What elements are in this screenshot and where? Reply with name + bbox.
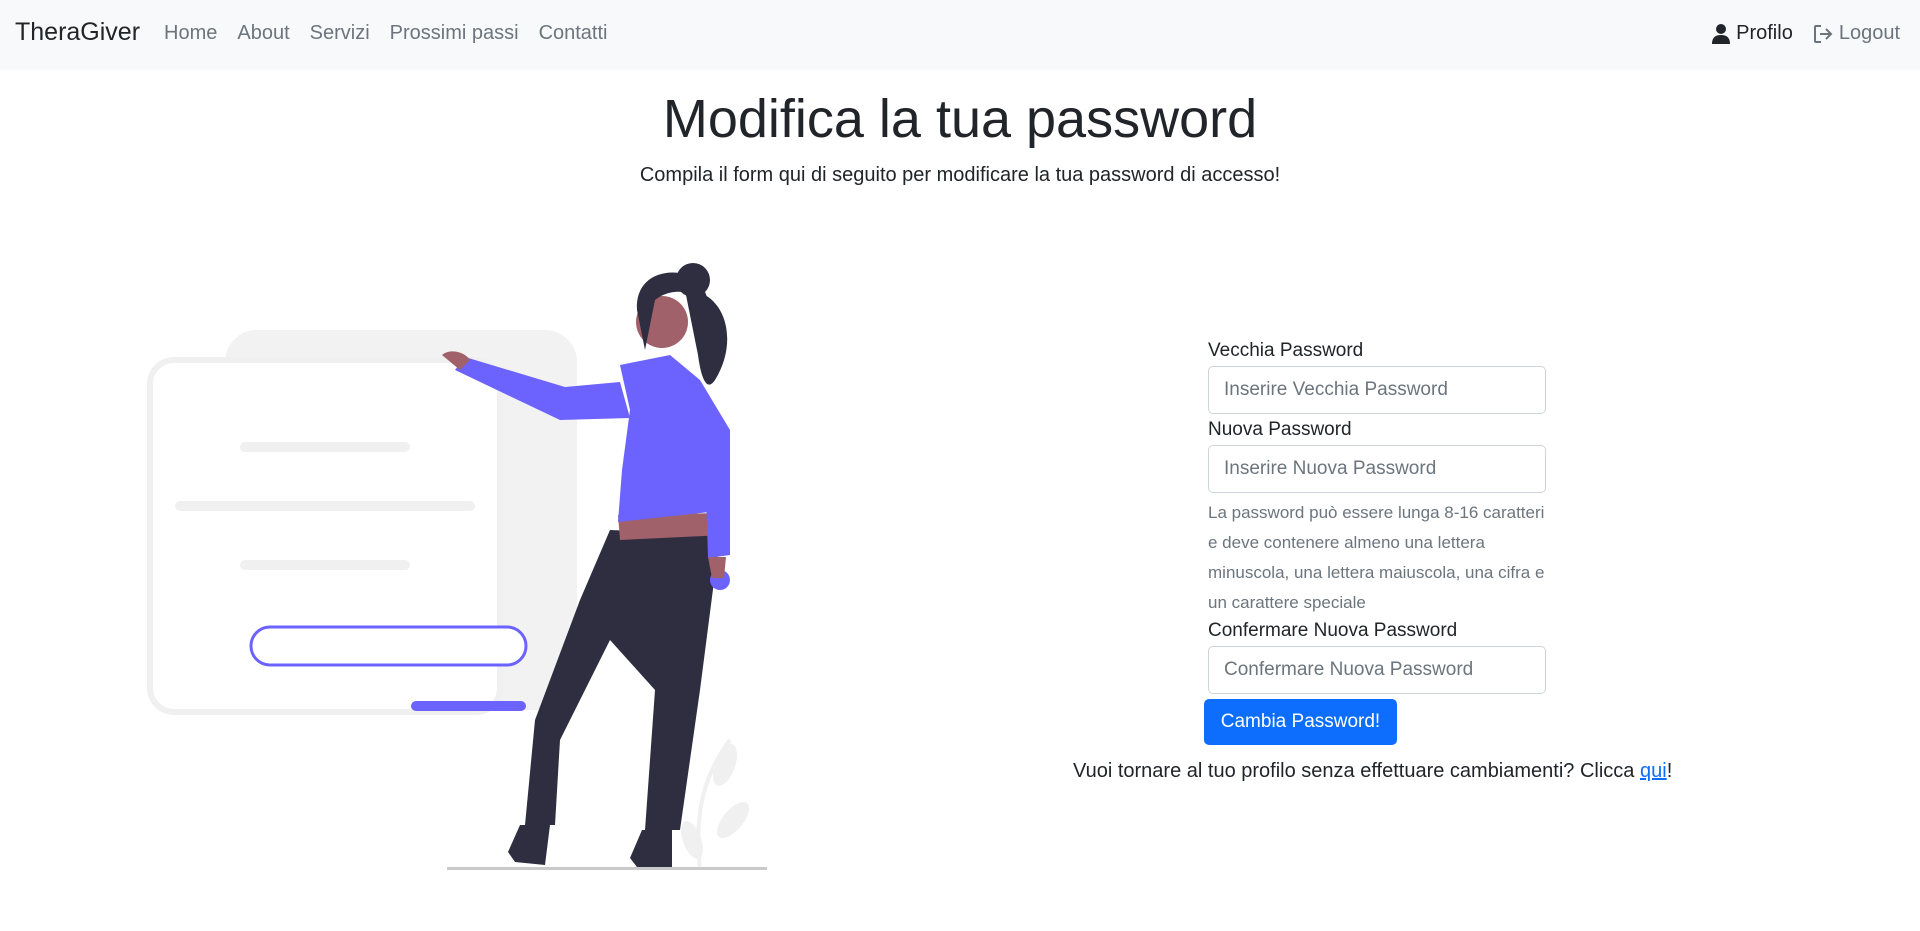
person-icon bbox=[1712, 23, 1731, 44]
nav-link-prossimi-passi[interactable]: Prossimi passi bbox=[390, 22, 519, 45]
navbar: TheraGiver Home About Servizi Prossimi p… bbox=[0, 0, 1920, 70]
new-password-input[interactable] bbox=[1208, 445, 1546, 493]
profile-label: Profilo bbox=[1736, 22, 1793, 44]
change-password-button[interactable]: Cambia Password! bbox=[1204, 699, 1397, 745]
new-password-label: Nuova Password bbox=[1208, 419, 1352, 440]
nav-link-about[interactable]: About bbox=[237, 22, 289, 45]
nav-link-home[interactable]: Home bbox=[164, 22, 217, 45]
page-subtitle: Compila il form qui di seguito per modif… bbox=[639, 164, 1281, 186]
nav-right: Profilo Logout bbox=[1692, 22, 1900, 45]
back-to-profile-text: Vuoi tornare al tuo profilo senza effett… bbox=[1073, 760, 1672, 783]
logout-link[interactable]: Logout bbox=[1813, 22, 1900, 45]
logout-label: Logout bbox=[1838, 22, 1900, 44]
back-suffix: ! bbox=[1666, 760, 1673, 782]
old-password-label: Vecchia Password bbox=[1208, 340, 1364, 361]
logout-icon bbox=[1813, 24, 1833, 43]
old-password-input[interactable] bbox=[1208, 366, 1546, 414]
brand-logo[interactable]: TheraGiver bbox=[15, 18, 140, 47]
password-help-text: La password può essere lunga 8-16 caratt… bbox=[1208, 503, 1545, 612]
back-to-profile-link[interactable]: qui bbox=[1640, 760, 1667, 782]
nav-links: Home About Servizi Prossimi passi Contat… bbox=[164, 22, 628, 45]
nav-link-contatti[interactable]: Contatti bbox=[539, 22, 608, 45]
confirm-password-label: Confermare Nuova Password bbox=[1208, 620, 1458, 641]
page-title: Modifica la tua password bbox=[662, 89, 1258, 149]
password-illustration bbox=[147, 263, 767, 871]
change-password-form: Vecchia Password Nuova Password La passw… bbox=[1208, 338, 1546, 697]
confirm-password-input[interactable] bbox=[1208, 646, 1546, 694]
nav-link-servizi[interactable]: Servizi bbox=[310, 22, 370, 45]
back-prefix: Vuoi tornare al tuo profilo senza effett… bbox=[1073, 760, 1640, 782]
profile-link[interactable]: Profilo bbox=[1712, 22, 1793, 45]
